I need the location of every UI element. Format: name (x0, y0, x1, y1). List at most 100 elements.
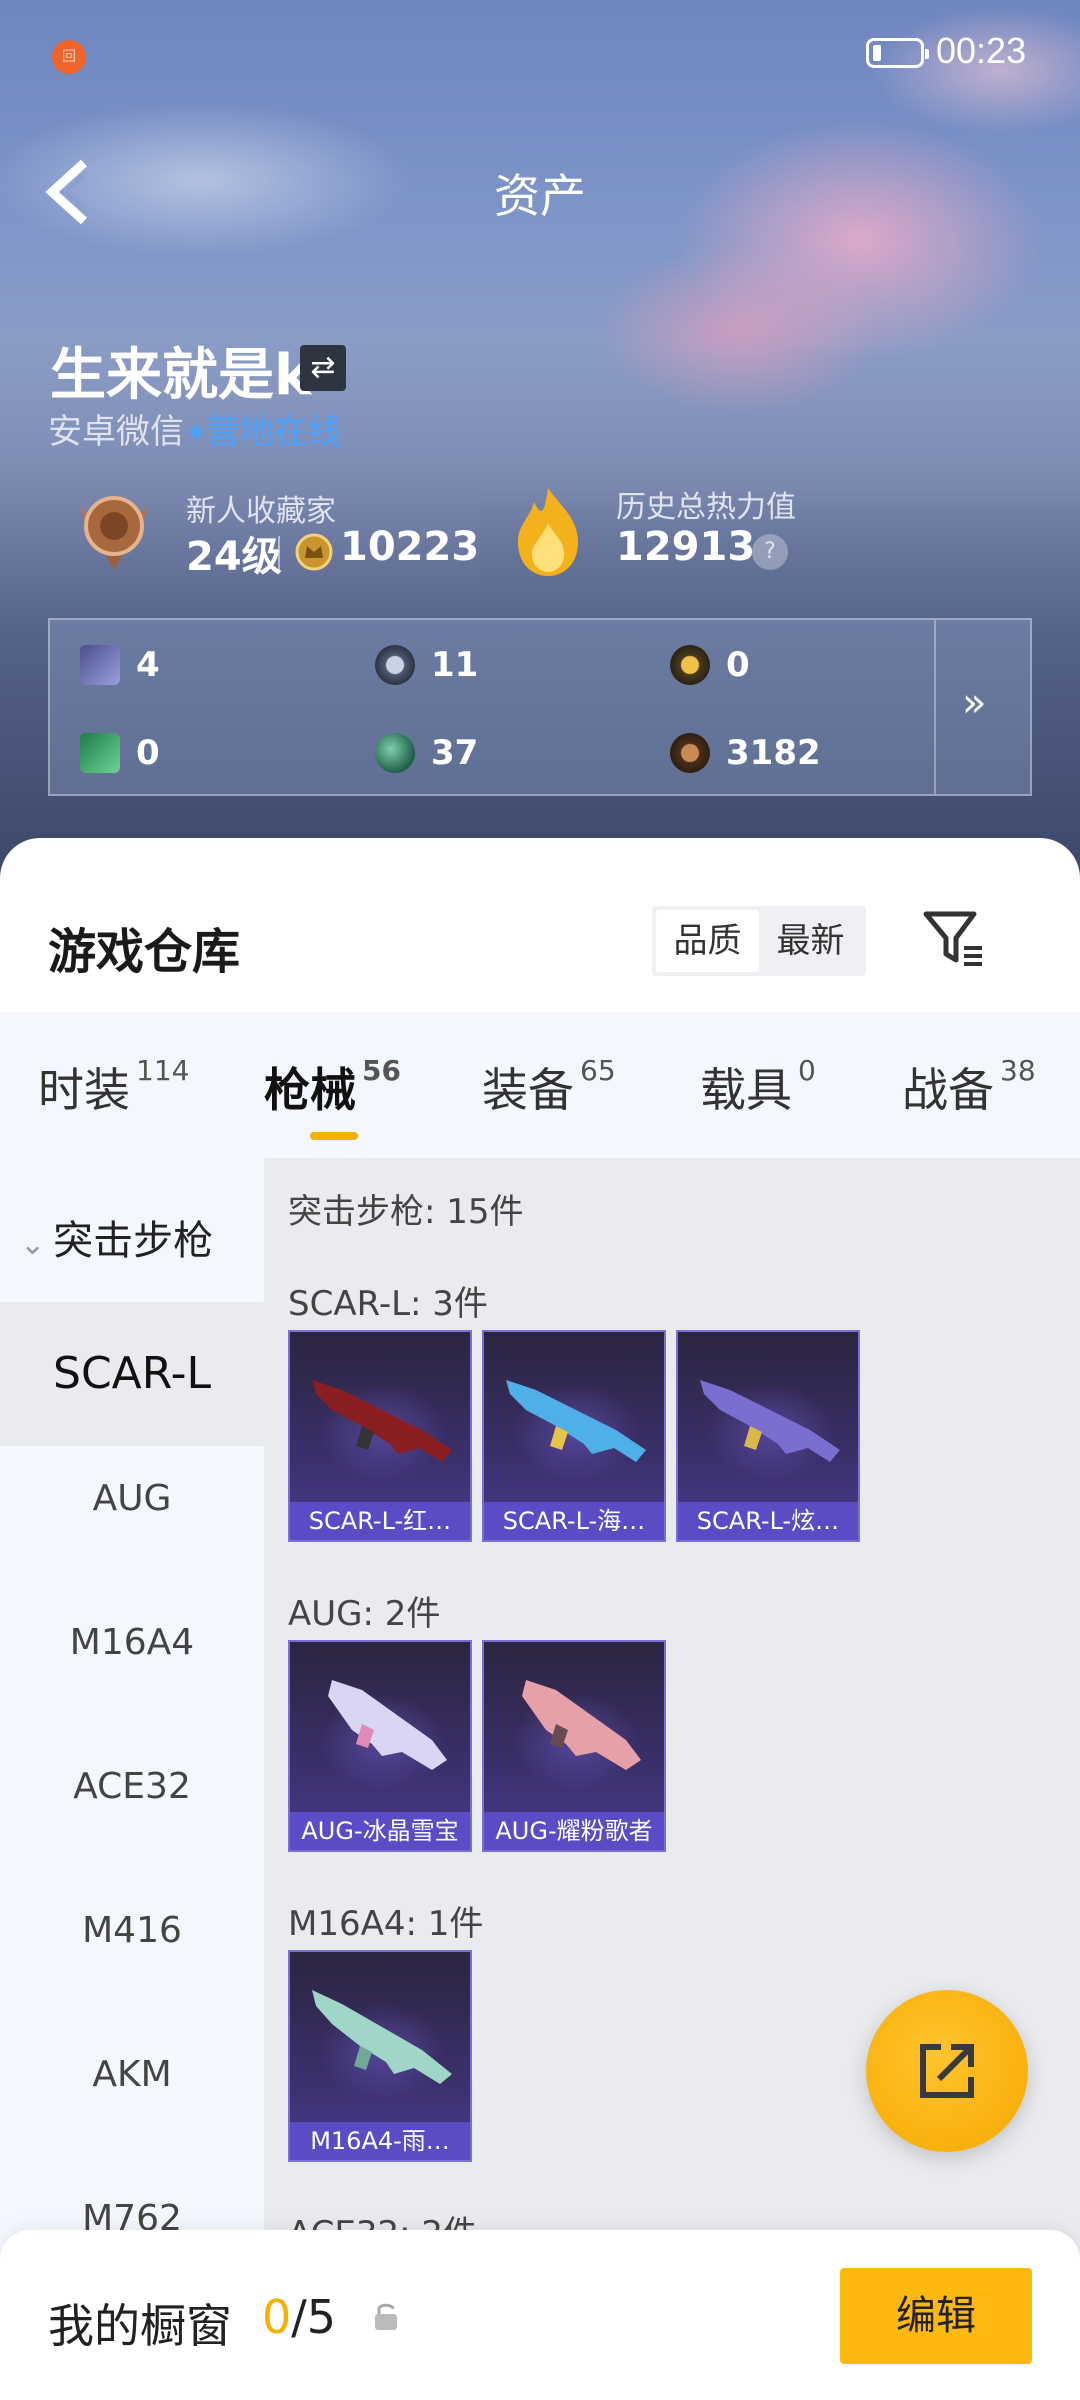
tab-active-indicator (310, 1132, 358, 1140)
weapon-card[interactable]: SCAR-L-炫… (676, 1330, 860, 1542)
tab-label: 装备 (482, 1063, 574, 1117)
asset-item: 3182 (670, 728, 821, 778)
card-label: SCAR-L-炫… (678, 1502, 858, 1540)
help-icon[interactable]: ? (752, 534, 788, 570)
asset-panel[interactable]: 4 11 0 0 37 3182 » (48, 618, 1032, 796)
asset-value: 37 (431, 733, 479, 773)
share-icon (920, 2044, 974, 2098)
green-card-icon (80, 733, 120, 773)
asset-value: 4 (136, 645, 160, 685)
card-label: AUG-冰晶雪宝 (290, 1812, 470, 1850)
tab-label: 载具 (700, 1063, 792, 1117)
sidebar-item-scar-l[interactable]: SCAR-L (0, 1302, 264, 1446)
tab-count: 56 (362, 1054, 401, 1087)
sidebar-item-m16a4[interactable]: M16A4 (0, 1622, 264, 1663)
platform-status: 安卓微信 营地在线 (48, 404, 342, 453)
asset-value: 11 (431, 645, 479, 685)
section-title: M16A4: 1件 (288, 1904, 484, 1944)
collector-level: 24级 (186, 534, 282, 580)
card-label: M16A4-雨… (290, 2122, 470, 2160)
asset-value: 3182 (726, 733, 821, 773)
weapon-card[interactable]: AUG-冰晶雪宝 (288, 1640, 472, 1852)
showcase-label: 我的橱窗 (48, 2299, 232, 2353)
tab-label: 时装 (38, 1063, 130, 1117)
sidebar-item-m416[interactable]: M416 (0, 1910, 264, 1951)
notification-icon: 回 (52, 40, 86, 74)
rifle-icon (506, 1380, 646, 1462)
tab-fashion[interactable]: 时装 114 (38, 1054, 189, 1120)
edit-button[interactable]: 编辑 (840, 2268, 1032, 2364)
rifle-icon (312, 1990, 452, 2084)
page-title: 资产 (494, 169, 586, 223)
category-tabs: 时装 114 枪械 56 装备 65 载具 0 战备 38 (0, 1012, 1080, 1158)
sidebar-item-akm[interactable]: AKM (0, 2054, 264, 2095)
weapon-card[interactable]: SCAR-L-红… (288, 1330, 472, 1542)
rifle-icon (328, 1680, 447, 1770)
divider (934, 620, 936, 794)
heat-title: 历史总热力值 (616, 490, 796, 525)
weapon-sidebar: ⌄ 突击步枪 SCAR-L AUG M16A4 ACE32 M416 AKM M7… (0, 1158, 264, 2400)
weapon-grid: 突击步枪: 15件 SCAR-L: 3件 SCAR-L-红… SCAR-L-海…… (264, 1158, 1080, 2400)
rifle-icon (312, 1380, 452, 1462)
asset-item: 4 (80, 640, 160, 690)
warehouse-title: 游戏仓库 (48, 924, 241, 980)
tab-count: 0 (798, 1054, 816, 1087)
showcase-bar: 我的橱窗 0/5 编辑 (0, 2230, 1080, 2400)
section-title: SCAR-L: 3件 (288, 1284, 488, 1324)
sort-quality-button[interactable]: 品质 (656, 910, 759, 972)
weapon-card[interactable]: AUG-耀粉歌者 (482, 1640, 666, 1852)
tab-gear[interactable]: 战备 38 (902, 1054, 1036, 1120)
warehouse-sheet: 游戏仓库 品质 最新 时装 114 枪械 56 装备 65 载具 0 战备 38 ⌄ 突击步… (0, 838, 1080, 2400)
tab-count: 114 (136, 1054, 190, 1087)
status-time: 00:23 (936, 30, 1027, 71)
bronze-coin-icon (670, 733, 710, 773)
sort-latest-button[interactable]: 最新 (759, 910, 862, 972)
tab-label: 枪械 (264, 1063, 356, 1117)
double-chevron-right-icon[interactable]: » (962, 680, 986, 726)
sidebar-item-aug[interactable]: AUG (0, 1478, 264, 1519)
user-name: 生来就是k (50, 343, 312, 408)
rifle-icon (700, 1380, 840, 1462)
crown-coin-icon (295, 533, 333, 571)
weapon-card[interactable]: SCAR-L-海… (482, 1330, 666, 1542)
tab-firearms[interactable]: 枪械 56 (264, 1054, 401, 1120)
asset-value: 0 (726, 645, 750, 685)
card-label: SCAR-L-海… (484, 1502, 664, 1540)
teal-orb-icon (375, 733, 415, 773)
asset-item: 0 (80, 728, 160, 778)
coin-count: 10223 (340, 524, 480, 570)
asset-item: 37 (375, 728, 478, 778)
rifle-icon (522, 1680, 641, 1770)
showcase-total: /5 (291, 2290, 337, 2344)
weapon-card[interactable]: M16A4-雨… (288, 1950, 472, 2162)
tab-vehicles[interactable]: 载具 0 (700, 1054, 816, 1120)
category-label: 突击步枪 (53, 1218, 214, 1264)
heat-value: 12913 (616, 524, 756, 570)
category-header[interactable]: ⌄ 突击步枪 (20, 1208, 213, 1266)
card-label: SCAR-L-红… (290, 1502, 470, 1540)
showcase-current: 0 (262, 2290, 292, 2344)
tab-count: 38 (1000, 1054, 1036, 1087)
divider (278, 536, 280, 570)
battery-icon (866, 38, 929, 68)
asset-item: 0 (670, 640, 750, 690)
sidebar-item-ace32[interactable]: ACE32 (0, 1766, 264, 1807)
share-button[interactable] (866, 1990, 1028, 2152)
platform-label: 安卓微信 (48, 412, 184, 452)
card-label: AUG-耀粉歌者 (484, 1812, 664, 1850)
sort-toggle: 品质 最新 (652, 906, 866, 976)
tab-label: 战备 (902, 1063, 994, 1117)
lock-icon (375, 2303, 397, 2330)
asset-value: 0 (136, 733, 160, 773)
filter-icon[interactable] (922, 908, 986, 968)
tab-equipment[interactable]: 装备 65 (482, 1054, 616, 1120)
showcase-count: 0/5 (262, 2290, 336, 2344)
section-title: AUG: 2件 (288, 1594, 441, 1634)
online-dot-icon (190, 425, 202, 438)
swap-account-icon[interactable]: ⇄ (300, 345, 346, 391)
purple-card-icon (80, 645, 120, 685)
gold-coin-icon (670, 645, 710, 685)
medal-icon (80, 496, 148, 570)
online-status: 营地在线 (206, 412, 342, 452)
chevron-down-icon: ⌄ (20, 1227, 46, 1262)
